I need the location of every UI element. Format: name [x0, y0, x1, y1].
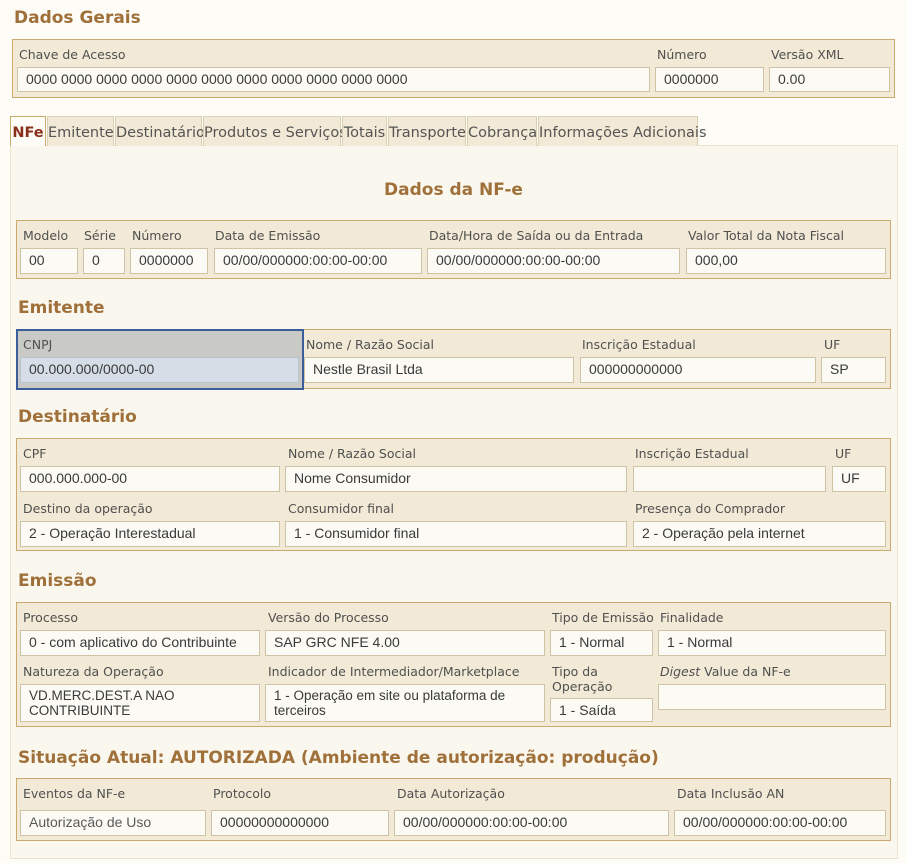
numero-nfe-label: Número	[132, 228, 182, 243]
numero-field[interactable]: 0000000	[655, 67, 764, 92]
digest-value-label: Digest Value da NF-e	[660, 664, 791, 679]
valor-total-field[interactable]: 000,00	[686, 248, 886, 274]
tab-emitente[interactable]: Emitente	[47, 116, 114, 146]
tipo-operacao-label: Tipo da Operação	[552, 664, 613, 694]
uf-emitente-field[interactable]: SP	[821, 357, 886, 383]
ie-destinatario-field[interactable]	[633, 466, 826, 492]
emitente-title: Emitente	[18, 298, 105, 318]
ie-destinatario-label: Inscrição Estadual	[635, 446, 749, 461]
cpf-field[interactable]: 000.000.000-00	[20, 466, 280, 492]
finalidade-label: Finalidade	[660, 610, 724, 625]
eventos-label: Eventos da NF-e	[23, 786, 126, 801]
modelo-field[interactable]: 00	[20, 248, 78, 274]
data-saida-field[interactable]: 00/00/000000:00:00-00:00	[427, 248, 680, 274]
data-emissao-label: Data de Emissão	[215, 228, 321, 243]
cnpj-label: CNPJ	[23, 337, 53, 352]
processo-field[interactable]: 0 - com aplicativo do Contribuinte	[20, 630, 260, 656]
tab-produtos-servicos[interactable]: Produtos e Serviços	[203, 116, 347, 146]
nome-destinatario-label: Nome / Razão Social	[288, 446, 416, 461]
presenca-comprador-label: Presença do Comprador	[635, 501, 786, 516]
tab-informacoes-adicionais[interactable]: Informações Adicionais	[538, 116, 707, 146]
digest-label-italic: Digest	[660, 664, 701, 679]
versao-xml-field[interactable]: 0.00	[769, 67, 890, 92]
situacao-title: Situação Atual: AUTORIZADA (Ambiente de …	[18, 748, 659, 768]
data-autorizacao-label: Data Autorização	[397, 786, 505, 801]
nome-emitente-label: Nome / Razão Social	[306, 337, 434, 352]
uf-destinatario-label: UF	[835, 446, 852, 461]
serie-label: Série	[84, 228, 116, 243]
chave-acesso-label: Chave de Acesso	[19, 47, 126, 62]
destino-operacao-field[interactable]: 2 - Operação Interestadual	[20, 521, 280, 547]
emissao-title: Emissão	[18, 571, 97, 591]
indicador-intermediador-field[interactable]: 1 - Operação em site ou plataforma de te…	[265, 684, 545, 722]
digest-value-field[interactable]	[658, 684, 886, 710]
eventos-field[interactable]: Autorização de Uso	[20, 810, 206, 836]
serie-field[interactable]: 0	[83, 248, 125, 274]
destino-operacao-label: Destino da operação	[23, 501, 153, 516]
numero-label: Número	[657, 47, 707, 62]
data-inclusao-label: Data Inclusão AN	[677, 786, 785, 801]
dados-gerais-title: Dados Gerais	[14, 8, 141, 28]
data-autorizacao-field[interactable]: 00/00/000000:00:00-00:00	[394, 810, 669, 836]
consumidor-final-field[interactable]: 1 - Consumidor final	[285, 521, 627, 547]
presenca-comprador-field[interactable]: 2 - Operação pela internet	[633, 521, 886, 547]
nome-emitente-field[interactable]: Nestle Brasil Ltda	[304, 357, 574, 383]
digest-label-rest: Value da NF-e	[700, 664, 791, 679]
data-emissao-field[interactable]: 00/00/000000:00:00-00:00	[214, 248, 422, 274]
tab-cobranca[interactable]: Cobrança	[467, 116, 537, 146]
cnpj-field[interactable]: 00.000.000/0000-00	[20, 357, 299, 383]
dados-nfe-title: Dados da NF-e	[384, 180, 523, 200]
protocolo-label: Protocolo	[213, 786, 272, 801]
versao-processo-label: Versão do Processo	[268, 610, 389, 625]
natureza-operacao-field[interactable]: VD.MERC.DEST.A NAO CONTRIBUINTE	[20, 684, 260, 722]
processo-label: Processo	[23, 610, 79, 625]
numero-nfe-field[interactable]: 0000000	[130, 248, 208, 274]
valor-total-label: Valor Total da Nota Fiscal	[688, 228, 845, 243]
uf-emitente-label: UF	[824, 337, 841, 352]
ie-emitente-label: Inscrição Estadual	[582, 337, 696, 352]
consumidor-final-label: Consumidor final	[288, 501, 395, 516]
protocolo-field[interactable]: 00000000000000	[211, 810, 389, 836]
tab-nfe[interactable]: NFe	[10, 116, 46, 146]
tab-destinatario[interactable]: Destinatário	[115, 116, 205, 146]
tipo-emissao-label: Tipo de Emissão	[552, 610, 654, 625]
uf-destinatario-field[interactable]: UF	[832, 466, 886, 492]
data-inclusao-field[interactable]: 00/00/000000:00:00-00:00	[674, 810, 886, 836]
versao-processo-field[interactable]: SAP GRC NFE 4.00	[265, 630, 545, 656]
indicador-intermediador-label: Indicador de Intermediador/Marketplace	[268, 664, 520, 679]
tab-totais[interactable]: Totais	[342, 116, 387, 146]
tipo-emissao-field[interactable]: 1 - Normal	[550, 630, 653, 656]
cpf-label: CPF	[23, 446, 47, 461]
chave-acesso-field[interactable]: 0000 0000 0000 0000 0000 0000 0000 0000 …	[17, 67, 650, 92]
modelo-label: Modelo	[23, 228, 69, 243]
tipo-operacao-field[interactable]: 1 - Saída	[550, 698, 653, 722]
nome-destinatario-field[interactable]: Nome Consumidor	[285, 466, 627, 492]
ie-emitente-field[interactable]: 000000000000	[580, 357, 816, 383]
versao-xml-label: Versão XML	[771, 47, 844, 62]
data-saida-label: Data/Hora de Saída ou da Entrada	[429, 228, 644, 243]
natureza-operacao-label: Natureza da Operação	[23, 664, 164, 679]
destinatario-title: Destinatário	[18, 407, 137, 427]
tab-transporte[interactable]: Transporte	[388, 116, 466, 146]
finalidade-field[interactable]: 1 - Normal	[658, 630, 886, 656]
